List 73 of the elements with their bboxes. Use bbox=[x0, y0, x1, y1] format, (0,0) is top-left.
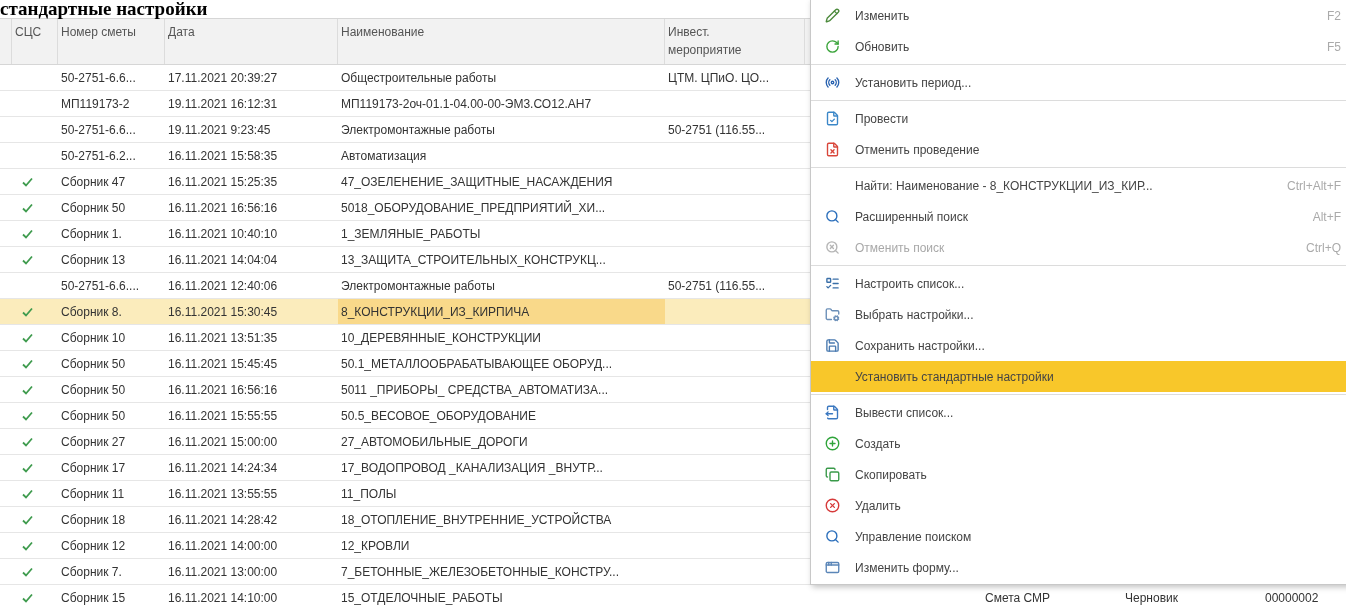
table-cell-text: Сборник 13 bbox=[61, 251, 126, 269]
table-cell-text: 00000002 bbox=[1265, 589, 1319, 607]
table-cell-text: 16.11.2021 10:40:10 bbox=[168, 225, 278, 243]
table-cell-text: 50-2751-6.6... bbox=[61, 69, 136, 87]
table-cell-text: 7_БЕТОННЫЕ_ЖЕЛЕЗОБЕТОННЫЕ_КОНСТРУ... bbox=[341, 563, 619, 581]
table-cell-text: 16.11.2021 16:56:16 bbox=[168, 199, 278, 217]
table-cell-text: 47_ОЗЕЛЕНЕНИЕ_ЗАЩИТНЫЕ_НАСАЖДЕНИЯ bbox=[341, 173, 613, 191]
table-cell-text: МП119173-2оч-01.1-04.00-00-ЭМ3.СО12.АН7 bbox=[341, 95, 592, 113]
table-cell-text: 1_ЗЕМЛЯНЫЕ_РАБОТЫ bbox=[341, 225, 481, 243]
table-cell-text: 16.11.2021 13:51:35 bbox=[168, 329, 278, 347]
table-cell-text: Сборник 1. bbox=[61, 225, 122, 243]
table-cell-text: Сборник 47 bbox=[61, 173, 126, 191]
table-cell-text: 16.11.2021 15:25:35 bbox=[168, 173, 278, 191]
table-cell-text: 5018_ОБОРУДОВАНИЕ_ПРЕДПРИЯТИЙ_ХИ... bbox=[341, 199, 606, 217]
table-cell-text: 16.11.2021 13:00:00 bbox=[168, 563, 278, 581]
table-cell-text: 5011 _ПРИБОРЫ_ СРЕДСТВА_АВТОМАТИЗА... bbox=[341, 381, 609, 399]
table-cell-text: Черновик bbox=[1125, 589, 1178, 607]
table-cell-text: 50-2751-6.2... bbox=[61, 147, 136, 165]
table-cell-text: 18_ОТОПЛЕНИЕ_ВНУТРЕННИЕ_УСТРОЙСТВА bbox=[341, 511, 612, 529]
shortcut-label: F5 bbox=[1327, 38, 1341, 56]
table-cell-text: 8_КОНСТРУКЦИИ_ИЗ_КИРПИЧА bbox=[341, 303, 530, 321]
table-cell-text: 27_АВТОМОБИЛЬНЫЕ_ДОРОГИ bbox=[341, 433, 528, 451]
table-cell-text: Сборник 15 bbox=[61, 589, 126, 607]
table-cell-text: 50.5_ВЕСОВОЕ_ОБОРУДОВАНИЕ bbox=[341, 407, 536, 425]
table-cell-text: 16.11.2021 15:45:45 bbox=[168, 355, 278, 373]
table-cell-text: МП119173-2 bbox=[61, 95, 130, 113]
table-cell-text: Сборник 7. bbox=[61, 563, 122, 581]
table-cell-text: Сборник 10 bbox=[61, 329, 126, 347]
table-cell-text: 16.11.2021 15:00:00 bbox=[168, 433, 278, 451]
table-cell-text: 16.11.2021 14:10:00 bbox=[168, 589, 278, 607]
table-cell-text: 50.1_МЕТАЛЛООБРАБАТЫВАЮЩЕЕ ОБОРУД... bbox=[341, 355, 613, 373]
table-cell-text: 50-2751 (116.55... bbox=[668, 277, 766, 295]
table-cell-text: 15_ОТДЕЛОЧНЫЕ_РАБОТЫ bbox=[341, 589, 503, 607]
table-cell-text: Электромонтажные работы bbox=[341, 277, 495, 295]
table-cell-text: 16.11.2021 13:55:55 bbox=[168, 485, 278, 503]
table-cell-text: 16.11.2021 16:56:16 bbox=[168, 381, 278, 399]
table-cell-text: Сборник 27 bbox=[61, 433, 126, 451]
table-cell-text: Сборник 50 bbox=[61, 407, 126, 425]
table-cell-text: Автоматизация bbox=[341, 147, 427, 165]
shortcut-label: Ctrl+Alt+F bbox=[1287, 177, 1341, 195]
table-cell-text: 12_КРОВЛИ bbox=[341, 537, 410, 555]
table-cell-text: Сборник 12 bbox=[61, 537, 126, 555]
table-cell-text: 16.11.2021 12:40:06 bbox=[168, 277, 278, 295]
table-cell-text: Сборник 17 bbox=[61, 459, 126, 477]
table-cell-text: 17.11.2021 20:39:27 bbox=[168, 69, 278, 87]
table-cell-text: Сборник 11 bbox=[61, 485, 125, 503]
table-cell-text: 16.11.2021 14:04:04 bbox=[168, 251, 278, 269]
table-cell-text: 17_ВОДОПРОВОД _КАНАЛИЗАЦИЯ _ВНУТР... bbox=[341, 459, 603, 477]
table-cell-text: 13_ЗАЩИТА_СТРОИТЕЛЬНЫХ_КОНСТРУКЦ... bbox=[341, 251, 606, 269]
table-cell-text: Электромонтажные работы bbox=[341, 121, 495, 139]
table-cell-text: 11_ПОЛЫ bbox=[341, 485, 397, 503]
table-cell-text: Сборник 50 bbox=[61, 381, 126, 399]
page-heading: стандартные настройки bbox=[0, 0, 208, 18]
table-cell-text: 50-2751 (116.55... bbox=[668, 121, 766, 139]
shortcut-label: F2 bbox=[1327, 7, 1341, 25]
table-cell-text: 16.11.2021 14:28:42 bbox=[168, 511, 278, 529]
table-cell-text: 50-2751-6.6.... bbox=[61, 277, 140, 295]
table-cell-text: 16.11.2021 15:30:45 bbox=[168, 303, 278, 321]
table-cell-text: Сборник 50 bbox=[61, 355, 126, 373]
table-cell-text: 19.11.2021 16:12:31 bbox=[168, 95, 278, 113]
table-cell-text: Сборник 50 bbox=[61, 199, 126, 217]
table-cell-text: Сборник 8. bbox=[61, 303, 122, 321]
table-cell-text: 16.11.2021 14:00:00 bbox=[168, 537, 278, 555]
table-cell-text: 16.11.2021 15:58:35 bbox=[168, 147, 278, 165]
table-cell-text: 50-2751-6.6... bbox=[61, 121, 136, 139]
table-cell-text: 16.11.2021 15:55:55 bbox=[168, 407, 278, 425]
table-cell-text: 16.11.2021 14:24:34 bbox=[168, 459, 278, 477]
table-cell-text: Общестроительные работы bbox=[341, 69, 497, 87]
table-cell-text: Сборник 18 bbox=[61, 511, 126, 529]
table-cell-text: Смета СМР bbox=[985, 589, 1051, 607]
table-cell-text: ЦТМ. ЦПиО. ЦО... bbox=[668, 69, 770, 87]
table-cell-text: 19.11.2021 9:23:45 bbox=[168, 121, 271, 139]
table-cell-text: 10_ДЕРЕВЯННЫЕ_КОНСТРУКЦИИ bbox=[341, 329, 541, 347]
